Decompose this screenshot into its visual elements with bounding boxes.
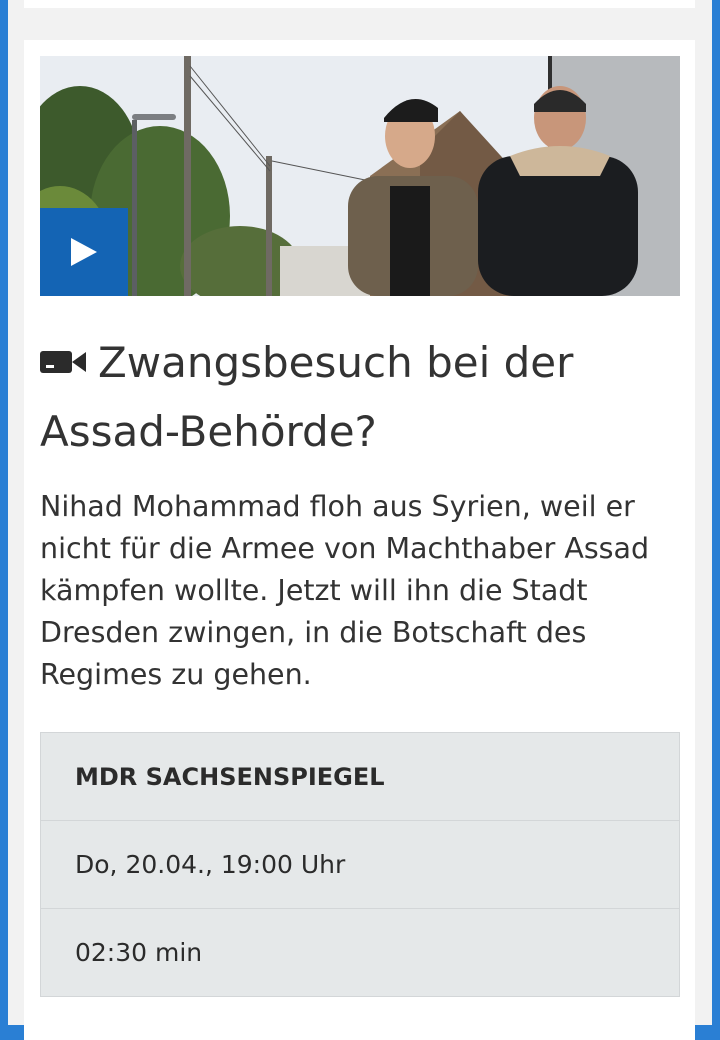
article-title[interactable]: Zwangsbesuch bei der Assad-Behörde?	[40, 330, 680, 465]
article-teaser: Nihad Mohammad floh aus Syrien, weil er …	[40, 490, 650, 691]
video-duration: 02:30 min	[75, 938, 203, 967]
video-camera-icon	[40, 328, 86, 394]
page-background: Zwangsbesuch bei der Assad-Behörde? Niha…	[8, 0, 712, 1040]
previous-card-edge	[24, 0, 695, 8]
play-icon	[71, 238, 97, 266]
video-thumbnail[interactable]	[40, 56, 680, 296]
broadcast-info: MDR SACHSENSPIEGEL Do, 20.04., 19:00 Uhr…	[40, 732, 680, 997]
play-button[interactable]	[40, 208, 128, 296]
video-teaser-card[interactable]: Zwangsbesuch bei der Assad-Behörde? Niha…	[24, 40, 695, 1040]
program-name: MDR SACHSENSPIEGEL	[41, 733, 679, 821]
broadcast-date: Do, 20.04., 19:00 Uhr	[41, 821, 679, 909]
video-thumbnail-image	[40, 56, 680, 296]
article-title-text: Zwangsbesuch bei der Assad-Behörde?	[40, 338, 574, 456]
